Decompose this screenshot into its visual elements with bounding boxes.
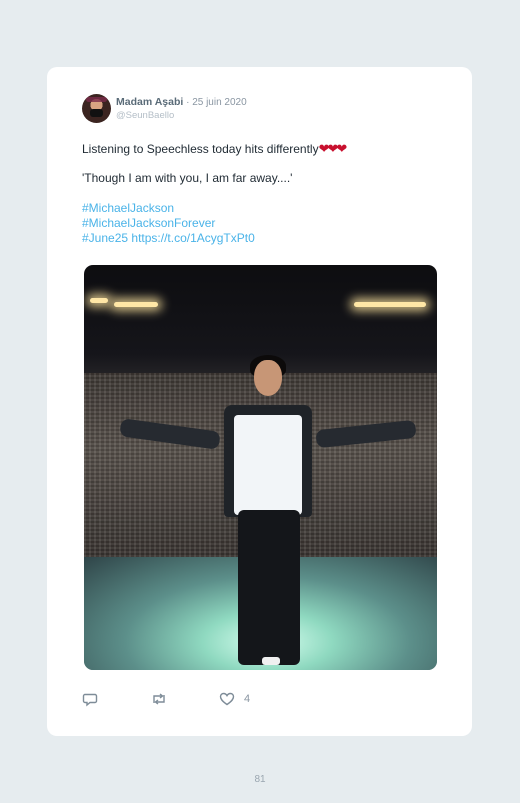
- hashtag-michaeljackson[interactable]: #MichaelJackson: [82, 201, 174, 215]
- performer-head: [254, 360, 282, 396]
- performer-trousers: [238, 510, 300, 665]
- tweet-card: Madam Aşabi · 25 juin 2020 @SeunBaello L…: [47, 67, 472, 736]
- performer-shoe: [262, 657, 280, 665]
- performer-shirt: [234, 415, 302, 515]
- heart-emoji: ❤❤❤: [318, 141, 348, 156]
- author-name[interactable]: Madam Aşabi: [116, 96, 183, 108]
- stadium-light: [90, 298, 108, 303]
- reply-button[interactable]: [82, 691, 98, 707]
- like-count: 4: [244, 693, 251, 705]
- stadium-light: [354, 302, 426, 307]
- author-handle[interactable]: @SeunBaello: [116, 110, 174, 121]
- tweet-text-line-2: 'Though I am with you, I am far away....…: [82, 171, 293, 185]
- avatar-hairband: [86, 97, 107, 102]
- retweet-icon: [153, 693, 165, 705]
- tweet-text-line-1: Listening to Speechless today hits diffe…: [82, 141, 348, 157]
- tweet-date[interactable]: 25 juin 2020: [192, 97, 247, 108]
- stadium-light: [114, 302, 158, 307]
- avatar[interactable]: [82, 94, 111, 123]
- page-number: 81: [254, 774, 266, 785]
- tweet-photo[interactable]: [84, 265, 437, 670]
- hashtag-june25[interactable]: #June25: [82, 231, 128, 245]
- tweet-link[interactable]: https://t.co/1AcygTxPt0: [131, 231, 254, 245]
- heart-icon: [219, 692, 235, 706]
- tweet-actions: 4: [47, 691, 472, 711]
- retweet-button[interactable]: [150, 691, 168, 707]
- meta-separator: ·: [183, 97, 193, 108]
- hashtag-michaeljacksonforever[interactable]: #MichaelJacksonForever: [82, 216, 215, 230]
- author-line: Madam Aşabi · 25 juin 2020: [116, 96, 247, 108]
- tweet-text: Listening to Speechless today hits diffe…: [82, 142, 319, 156]
- like-button[interactable]: 4: [219, 691, 250, 707]
- hashtag-link-line: #June25 https://t.co/1AcygTxPt0: [82, 231, 255, 245]
- avatar-mask: [90, 109, 103, 117]
- reply-icon: [82, 693, 98, 707]
